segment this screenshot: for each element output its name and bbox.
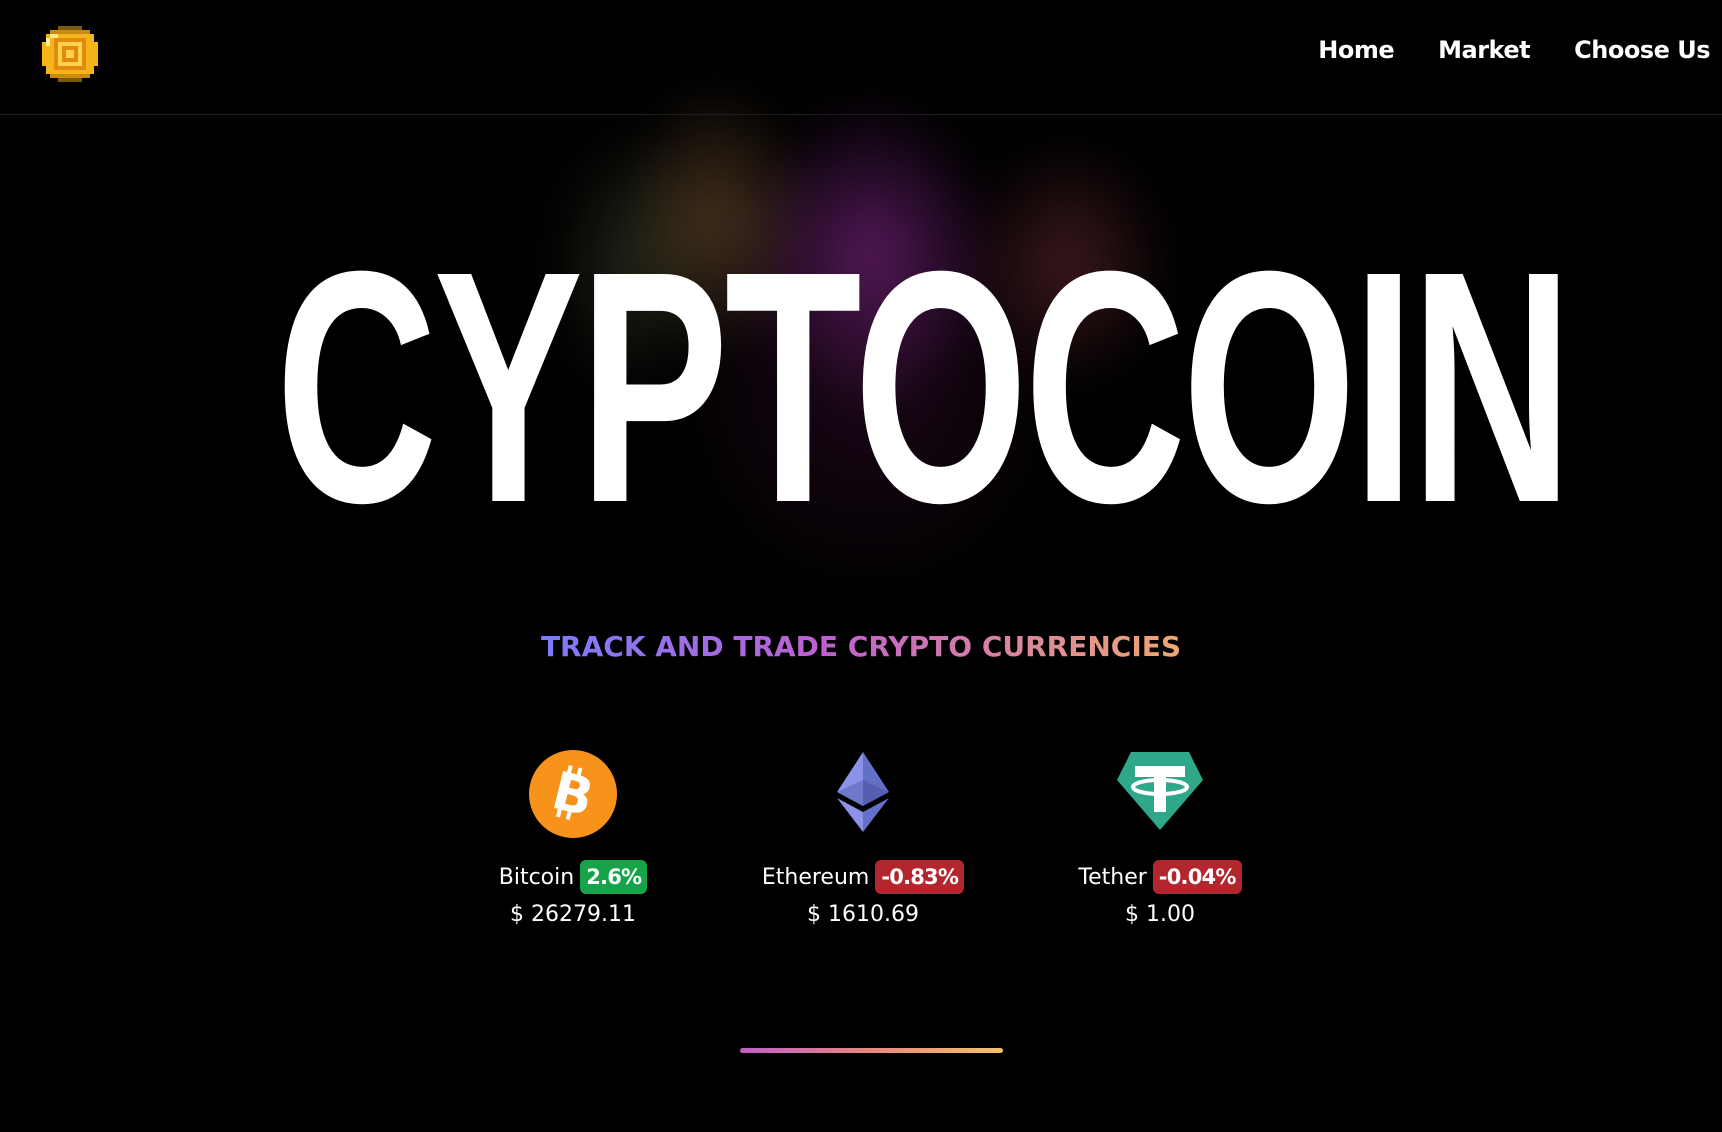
coin-name: Ethereum <box>761 864 870 890</box>
nav-choose-us[interactable]: Choose Us <box>1574 36 1710 64</box>
coin-name: Tether <box>1078 864 1147 890</box>
page: Home Market Choose Us CYPTOCOIN TRACK AN… <box>0 0 1722 1132</box>
tether-icon <box>1117 752 1203 830</box>
top-navbar: Home Market Choose Us <box>0 0 1722 115</box>
change-badge: -0.04% <box>1152 860 1242 894</box>
coin-price: $ 26279.11 <box>510 902 636 927</box>
gradient-divider <box>740 1048 1003 1053</box>
ethereum-icon <box>837 752 889 832</box>
change-badge: -0.83% <box>875 860 965 894</box>
coin-price: $ 1.00 <box>1125 902 1195 927</box>
pixel-coin-icon[interactable] <box>42 26 98 82</box>
coin-card-ethereum[interactable]: Ethereum -0.83% $ 1610.69 <box>733 750 993 927</box>
nav-market[interactable]: Market <box>1438 36 1530 64</box>
coin-card-tether[interactable]: Tether -0.04% $ 1.00 <box>1030 750 1290 927</box>
hero-tagline: TRACK AND TRADE CRYPTO CURRENCIES <box>0 630 1722 663</box>
main-nav: Home Market Choose Us <box>1318 36 1710 64</box>
coin-price: $ 1610.69 <box>807 902 919 927</box>
hero-title: CYPTOCOIN <box>275 202 1573 571</box>
coin-name: Bitcoin <box>498 864 575 890</box>
nav-home[interactable]: Home <box>1318 36 1394 64</box>
bitcoin-icon: B <box>529 750 617 838</box>
tagline-text: TRACK AND TRADE CRYPTO CURRENCIES <box>540 630 1182 663</box>
change-badge: 2.6% <box>580 860 648 894</box>
coin-ticker-row: B Bitcoin 2.6% $ 26279.11 Ethereum -0.83… <box>0 750 1722 940</box>
coin-card-bitcoin[interactable]: B Bitcoin 2.6% $ 26279.11 <box>443 750 703 927</box>
